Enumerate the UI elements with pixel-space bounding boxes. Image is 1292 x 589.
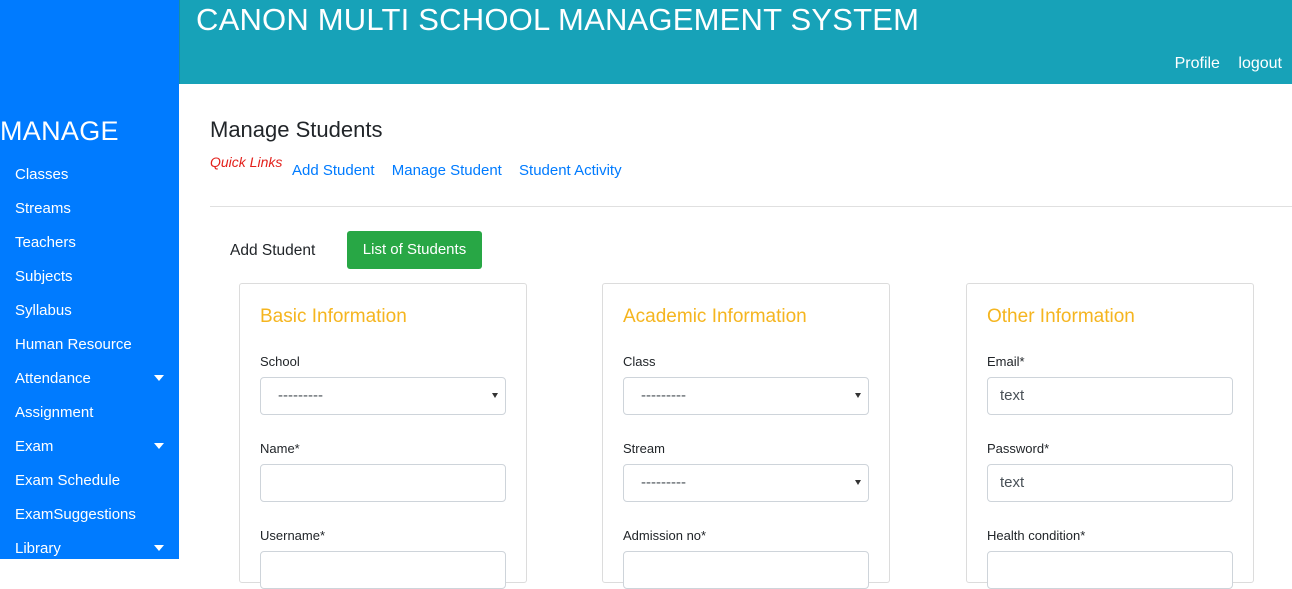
academic-information-card: Academic Information Class --------- Str…: [602, 283, 890, 589]
sidebar-item-label: Exam: [15, 438, 54, 455]
admission-no-label: Admission no*: [623, 528, 707, 543]
school-select-value: ---------: [278, 387, 323, 404]
sidebar-item-syllabus[interactable]: Syllabus: [0, 294, 179, 328]
password-label: Password*: [987, 441, 1050, 456]
password-input[interactable]: text: [987, 464, 1233, 502]
sidebar-item-exam[interactable]: Exam: [0, 430, 179, 464]
quick-link-student-activity[interactable]: Student Activity: [519, 162, 622, 179]
logout-link[interactable]: logout: [1238, 55, 1282, 72]
sidebar-item-label: Attendance: [15, 370, 91, 387]
select-caret-icon: [855, 480, 861, 485]
health-condition-input[interactable]: [987, 551, 1233, 589]
class-select[interactable]: ---------: [623, 377, 869, 415]
email-input[interactable]: text: [987, 377, 1233, 415]
quick-links-label: Quick Links: [210, 154, 283, 170]
app-title: CANON MULTI SCHOOL MANAGEMENT SYSTEM: [196, 2, 920, 37]
sidebar-item-label: Teachers: [15, 234, 76, 251]
sidebar-item-streams[interactable]: Streams: [0, 192, 179, 226]
card-title: Basic Information: [260, 306, 407, 327]
basic-information-card: Basic Information School --------- Name*…: [239, 283, 527, 589]
sidebar-item-label: ExamSuggestions: [15, 506, 136, 523]
sidebar-item-human-resource[interactable]: Human Resource: [0, 328, 179, 362]
card-title: Other Information: [987, 306, 1135, 327]
divider: [210, 206, 1292, 207]
other-information-card: Other Information Email* text Password* …: [966, 283, 1254, 589]
sidebar-item-library[interactable]: Library: [0, 532, 179, 566]
main-content: Manage Students Quick Links Add Student …: [179, 84, 1292, 589]
sidebar-item-assignment[interactable]: Assignment: [0, 396, 179, 430]
sidebar-item-classes[interactable]: Classes: [0, 158, 179, 192]
quick-links: Add Student Manage Student Student Activ…: [292, 162, 635, 179]
quick-link-manage-student[interactable]: Manage Student: [392, 162, 502, 179]
tab-list-of-students[interactable]: List of Students: [347, 231, 482, 269]
caret-down-icon[interactable]: [154, 545, 164, 551]
caret-down-icon[interactable]: [154, 375, 164, 381]
select-caret-icon: [855, 393, 861, 398]
header-links: Profile logout: [1161, 55, 1282, 73]
email-input-value: text: [1000, 387, 1025, 404]
top-header: CANON MULTI SCHOOL MANAGEMENT SYSTEM Pro…: [179, 0, 1292, 84]
sidebar-item-attendance[interactable]: Attendance: [0, 362, 179, 396]
password-input-value: text: [1000, 474, 1025, 491]
quick-link-add-student[interactable]: Add Student: [292, 162, 375, 179]
card-title: Academic Information: [623, 306, 807, 327]
sidebar-item-label: Syllabus: [15, 302, 72, 319]
stream-label: Stream: [623, 441, 665, 456]
stream-select[interactable]: ---------: [623, 464, 869, 502]
sidebar: MANAGE Classes Streams Teachers Subjects…: [0, 0, 179, 559]
sidebar-item-label: Human Resource: [15, 336, 132, 353]
health-condition-label: Health condition*: [987, 528, 1086, 543]
sidebar-item-exam-schedule[interactable]: Exam Schedule: [0, 464, 179, 498]
name-input[interactable]: [260, 464, 506, 502]
sidebar-item-label: Exam Schedule: [15, 472, 121, 489]
sidebar-item-label: Assignment: [15, 404, 94, 421]
school-label: School: [260, 354, 300, 369]
class-select-value: ---------: [641, 387, 686, 404]
school-select[interactable]: ---------: [260, 377, 506, 415]
class-label: Class: [623, 354, 656, 369]
sidebar-item-label: Subjects: [15, 268, 73, 285]
caret-down-icon[interactable]: [154, 443, 164, 449]
sidebar-heading: MANAGE: [0, 116, 119, 146]
page-title: Manage Students: [210, 117, 383, 142]
stream-select-value: ---------: [641, 474, 686, 491]
username-label: Username*: [260, 528, 326, 543]
sidebar-item-label: Library: [15, 540, 61, 557]
sidebar-menu: Classes Streams Teachers Subjects Syllab…: [0, 158, 179, 566]
name-label: Name*: [260, 441, 300, 456]
sidebar-item-exam-suggestions[interactable]: ExamSuggestions: [0, 498, 179, 532]
sidebar-item-teachers[interactable]: Teachers: [0, 226, 179, 260]
email-label: Email*: [987, 354, 1025, 369]
username-input[interactable]: [260, 551, 506, 589]
admission-no-input[interactable]: [623, 551, 869, 589]
sidebar-item-label: Classes: [15, 166, 69, 183]
sidebar-item-subjects[interactable]: Subjects: [0, 260, 179, 294]
profile-link[interactable]: Profile: [1175, 55, 1220, 72]
sidebar-item-label: Streams: [15, 200, 71, 217]
tab-add-student[interactable]: Add Student: [230, 242, 315, 260]
select-caret-icon: [492, 393, 498, 398]
